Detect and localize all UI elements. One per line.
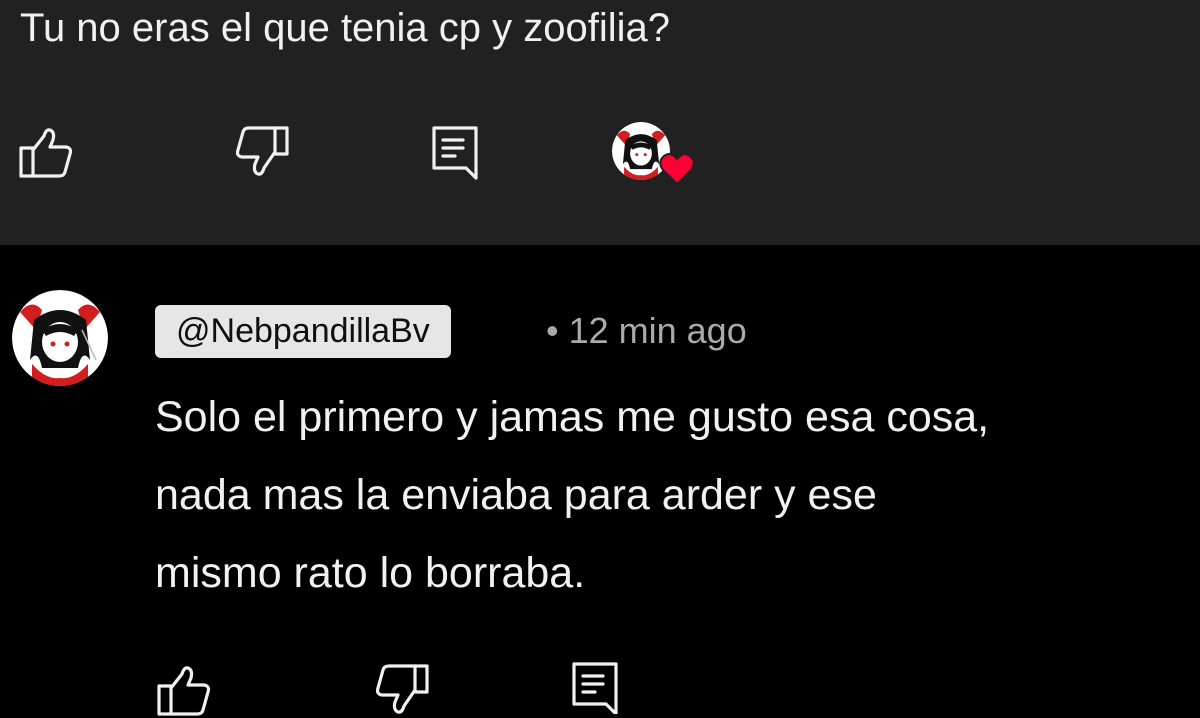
- reply-comment-icon[interactable]: [570, 660, 622, 714]
- thumbs-up-icon[interactable]: [18, 126, 74, 180]
- creator-heart[interactable]: [612, 122, 696, 194]
- reply-author-handle[interactable]: @NebpandillaBv: [155, 305, 451, 358]
- reply-text: Solo el primero y jamas me gusto esa cos…: [155, 378, 1195, 612]
- reply-author-avatar[interactable]: [12, 290, 108, 386]
- parent-comment: Tu no eras el que tenia cp y zoofilia?: [0, 0, 1200, 245]
- thumbs-down-icon[interactable]: [234, 124, 292, 180]
- reply-thumbs-down-icon[interactable]: [374, 662, 432, 718]
- heart-icon: [659, 152, 695, 191]
- reply-timestamp: • 12 min ago: [546, 310, 747, 351]
- comment-icon[interactable]: [430, 124, 482, 182]
- parent-comment-text: Tu no eras el que tenia cp y zoofilia?: [20, 6, 671, 50]
- reply-text-line: nada mas la enviaba para arder y ese: [155, 471, 877, 519]
- reply-text-line: Solo el primero y jamas me gusto esa cos…: [155, 393, 990, 441]
- reply-thumbs-up-icon[interactable]: [156, 664, 212, 718]
- reply-text-line: mismo rato lo borraba.: [155, 549, 586, 597]
